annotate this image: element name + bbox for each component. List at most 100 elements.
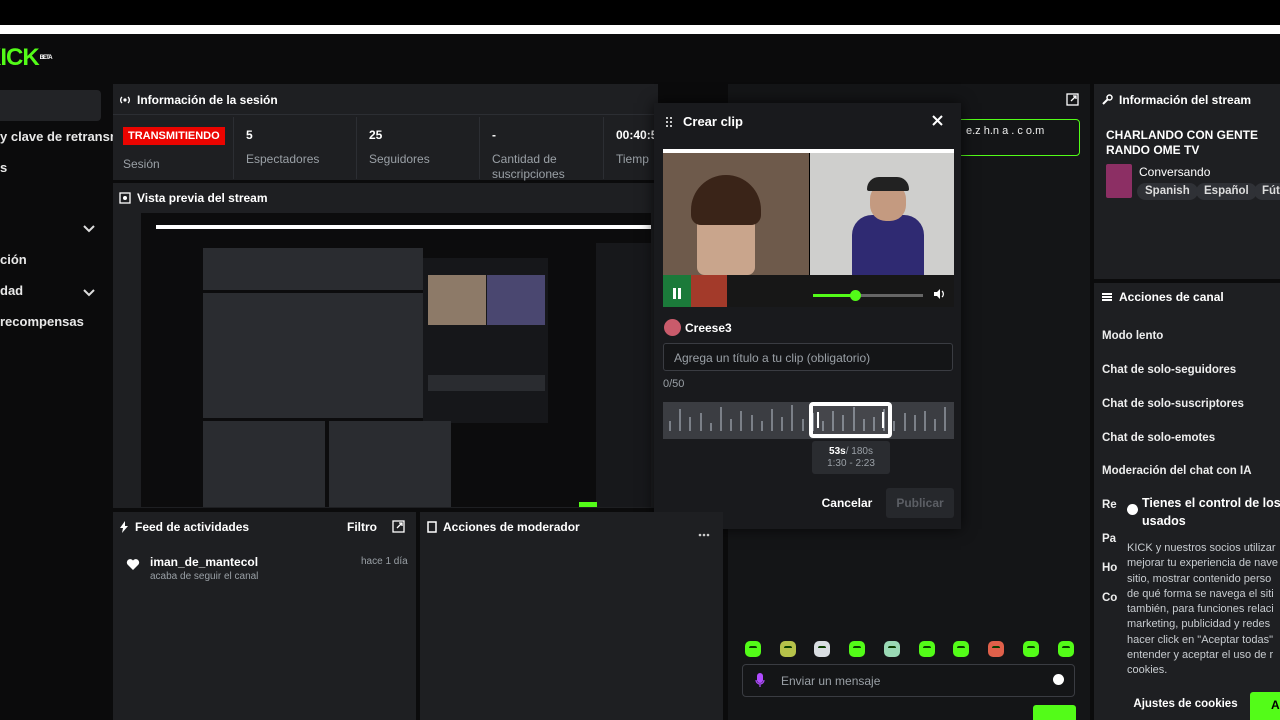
sidebar-item-s[interactable]: s: [0, 160, 7, 175]
publish-button[interactable]: Publicar: [886, 488, 954, 518]
waveform-bar: [801, 419, 804, 431]
waveform-bar: [730, 419, 733, 431]
sidebar-item-stream-key[interactable]: y clave de retransm: [0, 129, 121, 144]
emoji-icon[interactable]: [1053, 674, 1064, 685]
category-name[interactable]: Conversando: [1139, 165, 1210, 179]
volume-icon[interactable]: [934, 286, 945, 304]
sidebar-item-cion[interactable]: ción: [0, 252, 27, 267]
emote-icon[interactable]: [884, 641, 900, 657]
preview-nested-mod: [329, 421, 451, 507]
chat-input-placeholder: Enviar un mensaje: [781, 674, 881, 688]
preview-nested-green: [579, 502, 597, 507]
tag-chip[interactable]: Spanish: [1137, 183, 1198, 200]
subscriptions-value: -: [492, 128, 496, 142]
slow-mode-toggle[interactable]: Modo lento: [1102, 330, 1163, 342]
emote-icon[interactable]: [1058, 641, 1074, 657]
emote-icon[interactable]: [745, 641, 761, 657]
tag-chip[interactable]: Fút: [1254, 183, 1280, 200]
waveform-bar: [791, 405, 794, 431]
session-info-header: Información de la sesión: [119, 93, 278, 107]
popout-icon[interactable]: [392, 520, 405, 538]
clip-title-input[interactable]: Agrega un título a tu clip (obligatorio): [663, 343, 953, 371]
clip-video[interactable]: [663, 149, 954, 307]
preview-nested-preview: [203, 293, 423, 418]
preview-icon: [119, 192, 131, 204]
sidebar-active-highlight: [0, 90, 101, 121]
accept-cookies-button[interactable]: A: [1250, 692, 1280, 720]
list-icon: [1101, 291, 1113, 303]
microphone-icon[interactable]: [755, 673, 765, 693]
channel-action-peek[interactable]: Re: [1102, 499, 1117, 511]
waveform-bar: [924, 411, 926, 431]
person-left-hair: [691, 175, 761, 225]
ai-moderation-toggle[interactable]: Moderación del chat con IA: [1102, 465, 1252, 477]
clip-username: Creese3: [685, 321, 732, 335]
subscribers-only-toggle[interactable]: Chat de solo-suscriptores: [1102, 398, 1244, 410]
chat-send-button[interactable]: [1033, 705, 1076, 720]
waveform-bar: [709, 423, 712, 431]
moderator-actions-panel: [420, 512, 723, 720]
close-icon[interactable]: [931, 114, 944, 132]
emote-icon[interactable]: [780, 641, 796, 657]
video-progress-thumb[interactable]: [849, 290, 861, 301]
kick-logo[interactable]: KICKBETA: [0, 46, 53, 70]
chat-pinned-url-box[interactable]: e.z h.n a . c o.m: [955, 119, 1080, 156]
stream-preview-video[interactable]: [141, 213, 651, 507]
channel-action-peek[interactable]: Co: [1102, 592, 1117, 604]
emote-icon[interactable]: [814, 641, 830, 657]
chat-input[interactable]: Enviar un mensaje: [742, 664, 1075, 697]
moderator-actions-header: Acciones de moderador: [427, 520, 580, 534]
stream-title: CHARLANDO CON GENTE RANDO OME TV: [1106, 128, 1258, 157]
cookie-icon: [1127, 504, 1138, 515]
stream-info-header: Información del stream: [1101, 93, 1251, 107]
avatar: [664, 319, 681, 336]
emote-icon[interactable]: [919, 641, 935, 657]
cookie-line: entender y aceptar el uso de r: [1127, 649, 1274, 662]
activity-username[interactable]: iman_de_mantecol: [150, 555, 258, 569]
waveform-bar: [903, 413, 906, 431]
waveform-bar: [781, 417, 784, 431]
chevron-down-icon[interactable]: [82, 221, 96, 239]
emotes-only-toggle[interactable]: Chat de solo-emotes: [1102, 432, 1215, 444]
selection-right-grip: [882, 412, 884, 428]
followers-only-toggle[interactable]: Chat de solo-seguidores: [1102, 364, 1236, 376]
activity-feed-title: Feed de actividades: [135, 520, 250, 534]
filter-button[interactable]: Filtro: [347, 520, 377, 534]
waveform-bar: [740, 411, 743, 431]
person-right-shirt: [852, 215, 924, 275]
emote-icon[interactable]: [849, 641, 865, 657]
popout-icon[interactable]: [1066, 93, 1079, 111]
drag-handle-icon[interactable]: [665, 116, 673, 128]
emote-icon[interactable]: [1023, 641, 1039, 657]
video-progress-track[interactable]: [813, 290, 923, 301]
sidebar-item-label: dad: [0, 283, 24, 298]
waveform-bar: [750, 415, 753, 431]
channel-action-peek[interactable]: Ho: [1102, 562, 1117, 574]
cookie-settings-button[interactable]: Ajustes de cookies: [1127, 692, 1244, 717]
emote-icon[interactable]: [953, 641, 969, 657]
tag-chip[interactable]: Español: [1196, 183, 1257, 200]
pause-icon[interactable]: [672, 286, 682, 304]
emote-icon[interactable]: [988, 641, 1004, 657]
sidebar-item-dad[interactable]: dad: [0, 283, 23, 298]
clip-duration-max: / 180s: [845, 446, 873, 457]
sidebar-item-recompensas[interactable]: recompensas: [0, 314, 84, 329]
cookie-line: cookies.: [1127, 664, 1168, 677]
category-thumbnail: [1106, 164, 1132, 198]
stat-divider: [356, 117, 357, 179]
clip-selection-handle[interactable]: [809, 402, 892, 438]
activity-feed-header: Feed de actividades: [119, 520, 249, 534]
channel-actions-header: Acciones de canal: [1101, 290, 1224, 304]
cookie-line: de qué forma se navega el siti: [1127, 587, 1274, 600]
preview-nested-chat: [596, 243, 651, 507]
video-progress-fill: [813, 294, 855, 297]
clip-duration: 53s/ 180s: [812, 446, 890, 457]
channel-action-peek[interactable]: Pa: [1102, 533, 1116, 545]
cancel-button[interactable]: Cancelar: [813, 488, 881, 518]
stream-info-title: Información del stream: [1119, 93, 1252, 107]
more-options-icon[interactable]: [698, 524, 710, 542]
followers-label: Seguidores: [369, 152, 430, 166]
chevron-down-icon[interactable]: [82, 285, 96, 303]
stat-divider: [233, 117, 234, 179]
activity-feed-panel: [113, 512, 416, 720]
